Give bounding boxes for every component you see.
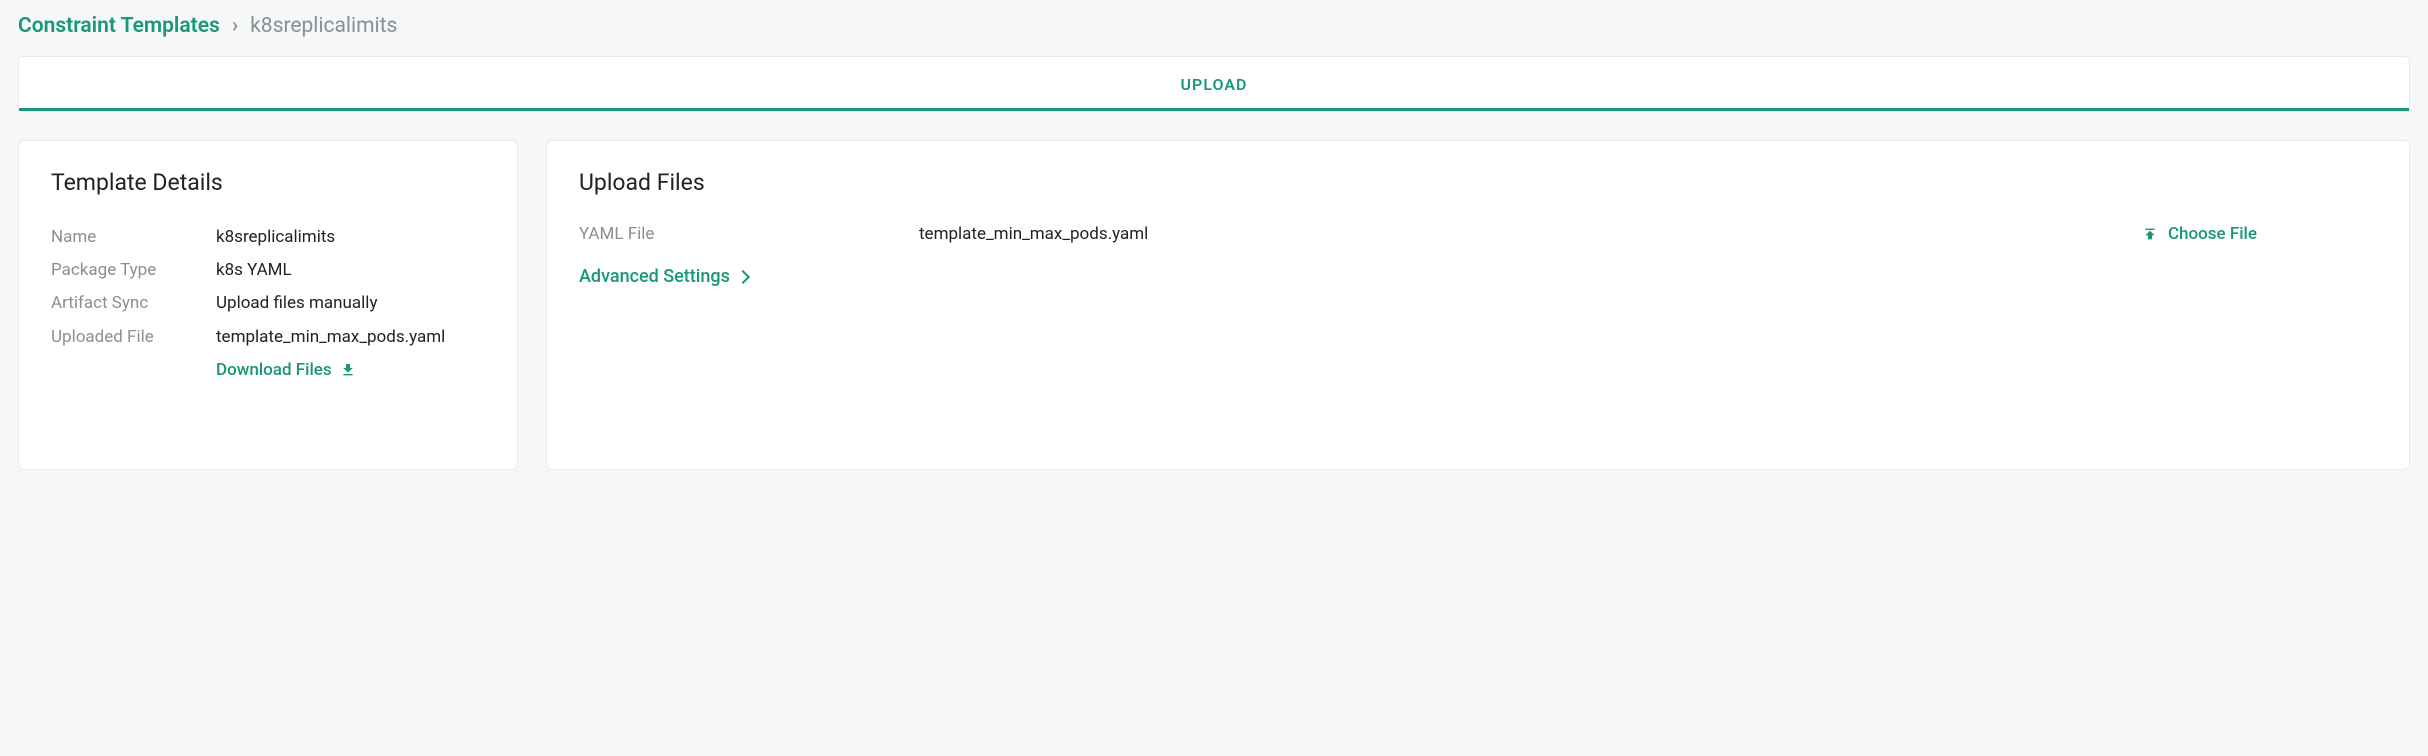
detail-row-artifact-sync: Artifact Sync Upload files manually [51,290,485,317]
detail-row-uploaded-file: Uploaded File template_min_max_pods.yaml [51,324,485,351]
upload-files-panel: Upload Files YAML File template_min_max_… [546,140,2410,470]
detail-row-package-type: Package Type k8s YAML [51,257,485,284]
breadcrumb: Constraint Templates › k8sreplicalimits [18,14,2410,38]
yaml-file-value: template_min_max_pods.yaml [919,224,2142,244]
tab-upload[interactable]: UPLOAD [1157,57,1272,111]
artifact-sync-value: Upload files manually [216,290,377,317]
advanced-settings-toggle[interactable]: Advanced Settings [579,266,748,287]
upload-icon [2142,226,2158,242]
upload-files-title: Upload Files [579,169,2377,196]
choose-file-button[interactable]: Choose File [2142,224,2377,244]
breadcrumb-parent-link[interactable]: Constraint Templates [18,14,220,38]
download-files-link[interactable]: Download Files [216,357,356,384]
breadcrumb-current: k8sreplicalimits [250,14,397,38]
template-details-title: Template Details [51,169,485,196]
download-icon [340,362,356,378]
package-type-value: k8s YAML [216,257,292,284]
download-files-label: Download Files [216,357,332,384]
package-type-label: Package Type [51,257,216,284]
chevron-right-icon [736,269,750,283]
uploaded-file-value: template_min_max_pods.yaml [216,324,445,351]
detail-row-download: Download Files [51,357,485,384]
artifact-sync-label: Artifact Sync [51,290,216,317]
template-details-panel: Template Details Name k8sreplicalimits P… [18,140,518,470]
advanced-settings-label: Advanced Settings [579,266,730,287]
choose-file-label: Choose File [2168,224,2257,244]
breadcrumb-separator: › [232,14,238,38]
name-value: k8sreplicalimits [216,224,335,251]
tab-bar: UPLOAD [18,56,2410,112]
uploaded-file-label: Uploaded File [51,324,216,351]
yaml-file-label: YAML File [579,224,919,244]
detail-row-name: Name k8sreplicalimits [51,224,485,251]
name-label: Name [51,224,216,251]
upload-row-yaml: YAML File template_min_max_pods.yaml Cho… [579,224,2377,244]
panels-container: Template Details Name k8sreplicalimits P… [18,140,2410,470]
